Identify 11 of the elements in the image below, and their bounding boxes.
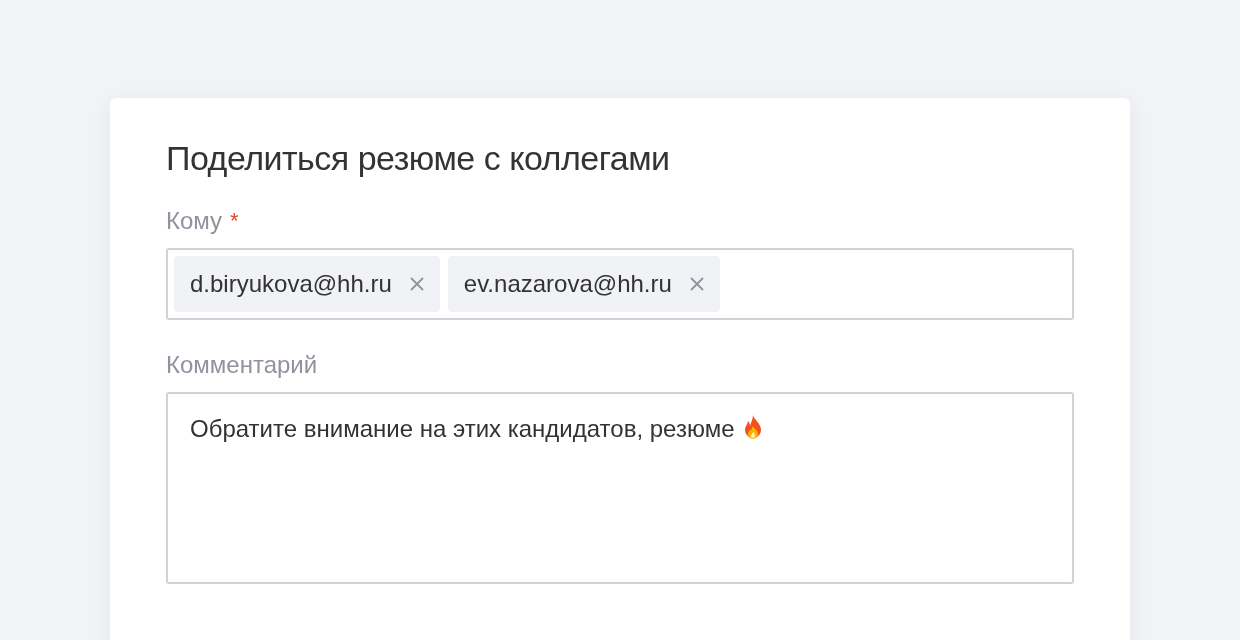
field-label: Кому: [166, 206, 223, 236]
comment-field[interactable]: Обратите внимание на этих кандидатов, резюме: [166, 392, 1074, 584]
recipients-field[interactable]: d.biryukova@hh.ru ev.nazarova@hh.ru: [166, 248, 1074, 320]
field-label: Комментарий: [166, 350, 318, 380]
comment-text: Обратите внимание на этих кандидатов, резюме: [190, 415, 735, 442]
recipient-email: d.biryukova@hh.ru: [190, 269, 392, 299]
dialog-title: Поделиться резюме с коллегами: [166, 138, 670, 179]
close-icon[interactable]: [689, 277, 704, 291]
recipient-email: ev.nazarova@hh.ru: [463, 269, 672, 299]
required-mark: *: [230, 207, 239, 235]
close-icon[interactable]: [409, 277, 424, 291]
